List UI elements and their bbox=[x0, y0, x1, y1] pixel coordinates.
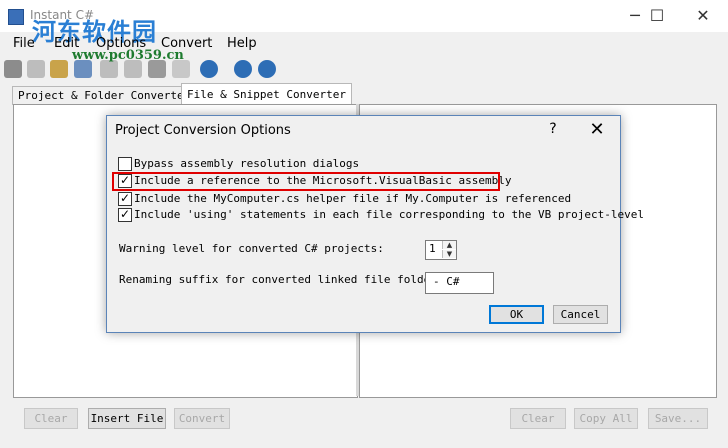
refresh-icon[interactable] bbox=[258, 60, 276, 78]
checkbox[interactable]: ✓ bbox=[118, 191, 132, 206]
spin-down-icon[interactable]: ▼ bbox=[442, 250, 456, 258]
tab-project-folder-converter[interactable]: Project & Folder Converter bbox=[12, 86, 197, 105]
insert-file-button[interactable]: Insert File bbox=[88, 408, 166, 429]
option-label: Include the MyComputer.cs helper file if… bbox=[134, 192, 572, 205]
menu-file[interactable]: File bbox=[13, 36, 35, 51]
project-conversion-options-dialog bbox=[106, 115, 621, 333]
save-button[interactable]: Save... bbox=[648, 408, 708, 429]
clear-right-button[interactable]: Clear bbox=[510, 408, 566, 429]
warning-level-stepper[interactable]: 1 ▲ ▼ bbox=[425, 240, 457, 260]
paste-icon[interactable] bbox=[50, 60, 68, 78]
warning-level-label: Warning level for converted C# projects: bbox=[119, 242, 384, 255]
checkmark-icon: ✓ bbox=[119, 191, 131, 205]
cut-icon[interactable] bbox=[27, 60, 45, 78]
maximize-button[interactable]: ☐ bbox=[634, 0, 680, 32]
option-label: Bypass assembly resolution dialogs bbox=[134, 157, 360, 170]
tab-file-snippet-converter[interactable]: File & Snippet Converter bbox=[181, 83, 352, 105]
close-button[interactable]: ✕ bbox=[680, 0, 726, 32]
dialog-title: Project Conversion Options bbox=[115, 123, 291, 138]
menu-help[interactable]: Help bbox=[227, 36, 257, 51]
copy-all-button[interactable]: Copy All bbox=[574, 408, 638, 429]
suffix-input[interactable]: - C# bbox=[425, 272, 494, 294]
cancel-button[interactable]: Cancel bbox=[553, 305, 608, 324]
highlight-box bbox=[112, 172, 500, 191]
checkbox[interactable]: ✓ bbox=[118, 207, 132, 222]
gear-icon[interactable] bbox=[200, 60, 218, 78]
watermark-url: www.pc0359.cn bbox=[72, 48, 184, 63]
warning-level-value[interactable]: 1 bbox=[429, 242, 436, 255]
option-label: Include 'using' statements in each file … bbox=[134, 208, 644, 221]
app-icon bbox=[8, 9, 24, 25]
checkbox[interactable] bbox=[118, 157, 132, 171]
clear-left-button[interactable]: Clear bbox=[24, 408, 78, 429]
help-icon[interactable] bbox=[234, 60, 252, 78]
suffix-label: Renaming suffix for converted linked fil… bbox=[119, 273, 437, 286]
suffix-value[interactable]: - C# bbox=[433, 275, 460, 288]
spin-up-icon[interactable]: ▲ bbox=[442, 241, 456, 249]
dialog-close-button[interactable]: ✕ bbox=[586, 119, 608, 140]
convert-button[interactable]: Convert bbox=[174, 408, 230, 429]
ok-button[interactable]: OK bbox=[489, 305, 544, 324]
dialog-help-button[interactable]: ? bbox=[544, 121, 562, 137]
wrench-icon[interactable] bbox=[4, 60, 22, 78]
checkmark-icon: ✓ bbox=[119, 207, 131, 221]
